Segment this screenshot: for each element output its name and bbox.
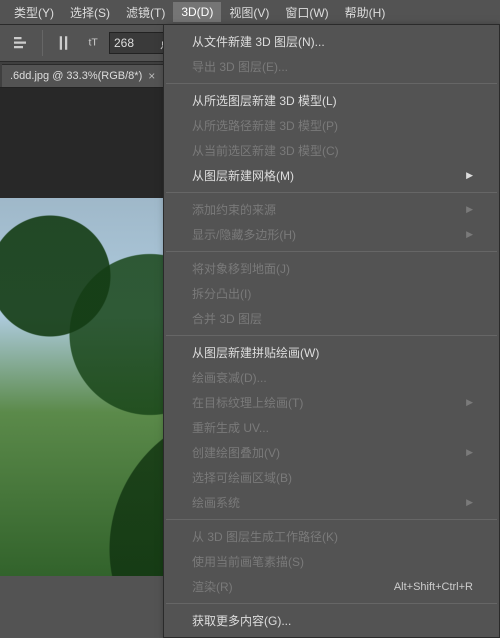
menu-separator bbox=[166, 603, 497, 604]
svg-text:tT: tT bbox=[89, 36, 99, 48]
menu-item: 绘画衰减(D)... bbox=[164, 365, 499, 390]
toolbar-divider bbox=[42, 30, 43, 56]
menu-item-label: 从所选路径新建 3D 模型(P) bbox=[192, 117, 338, 134]
3d-menu-dropdown: 从文件新建 3D 图层(N)... 导出 3D 图层(E)... 从所选图层新建 3… bbox=[163, 24, 500, 638]
menu-separator bbox=[166, 251, 497, 252]
menu-item: 将对象移到地面(J) bbox=[164, 256, 499, 281]
menu-item: 在目标纹理上绘画(T) ▶ bbox=[164, 390, 499, 415]
menu-item-label: 获取更多内容(G)... bbox=[192, 612, 291, 629]
menu-item: 添加约束的来源 ▶ bbox=[164, 197, 499, 222]
menu-item: 从所选路径新建 3D 模型(P) bbox=[164, 113, 499, 138]
chevron-right-icon: ▶ bbox=[466, 397, 473, 408]
menu-item-label: 渲染(R) bbox=[192, 578, 233, 595]
menu-item: 合并 3D 图层 bbox=[164, 306, 499, 331]
menu-类型(Y)[interactable]: 类型(Y) bbox=[6, 1, 62, 24]
menu-item: 从 3D 图层生成工作路径(K) bbox=[164, 524, 499, 549]
menu-item: 绘画系统 ▶ bbox=[164, 490, 499, 515]
menu-3D(D)[interactable]: 3D(D) bbox=[173, 2, 221, 22]
menu-item[interactable]: 获取更多内容(G)... bbox=[164, 608, 499, 633]
chevron-right-icon: ▶ bbox=[466, 204, 473, 215]
close-icon[interactable]: × bbox=[148, 69, 155, 83]
menu-item-label: 创建绘图叠加(V) bbox=[192, 444, 280, 461]
menu-item-label: 显示/隐藏多边形(H) bbox=[192, 226, 296, 243]
menu-item-label: 使用当前画笔素描(S) bbox=[192, 553, 304, 570]
menu-shortcut: Alt+Shift+Ctrl+R bbox=[394, 581, 473, 593]
menu-separator bbox=[166, 83, 497, 84]
font-size-icon: tT bbox=[87, 32, 105, 55]
orientation-toggle-icon[interactable] bbox=[51, 29, 79, 57]
menu-separator bbox=[166, 519, 497, 520]
menu-item-label: 重新生成 UV... bbox=[192, 419, 269, 436]
menu-item-label: 添加约束的来源 bbox=[192, 201, 276, 218]
menu-item-label: 从图层新建网格(M) bbox=[192, 167, 294, 184]
menu-item: 重新生成 UV... bbox=[164, 415, 499, 440]
chevron-right-icon: ▶ bbox=[466, 497, 473, 508]
menubar: 类型(Y)选择(S)滤镜(T)3D(D)视图(V)窗口(W)帮助(H) bbox=[0, 0, 500, 24]
menu-item-label: 选择可绘画区域(B) bbox=[192, 469, 292, 486]
menu-滤镜(T)[interactable]: 滤镜(T) bbox=[118, 1, 173, 24]
menu-item-label: 从当前选区新建 3D 模型(C) bbox=[192, 142, 339, 159]
menu-item-label: 合并 3D 图层 bbox=[192, 310, 262, 327]
document-tab-title: .6dd.jpg @ 33.3%(RGB/8*) bbox=[10, 70, 142, 82]
menu-item: 使用当前画笔素描(S) bbox=[164, 549, 499, 574]
menu-帮助(H)[interactable]: 帮助(H) bbox=[337, 1, 394, 24]
menu-item: 拆分凸出(I) bbox=[164, 281, 499, 306]
chevron-right-icon: ▶ bbox=[466, 229, 473, 240]
menu-item[interactable]: 从文件新建 3D 图层(N)... bbox=[164, 29, 499, 54]
menu-item-label: 从文件新建 3D 图层(N)... bbox=[192, 33, 325, 50]
chevron-right-icon: ▶ bbox=[466, 447, 473, 458]
menu-选择(S)[interactable]: 选择(S) bbox=[62, 1, 118, 24]
menu-item-label: 从图层新建拼贴绘画(W) bbox=[192, 344, 319, 361]
chevron-right-icon: ▶ bbox=[466, 170, 473, 181]
menu-item: 导出 3D 图层(E)... bbox=[164, 54, 499, 79]
document-tab[interactable]: .6dd.jpg @ 33.3%(RGB/8*) × bbox=[2, 64, 164, 87]
menu-item-label: 绘画衰减(D)... bbox=[192, 369, 267, 386]
menu-item-label: 从 3D 图层生成工作路径(K) bbox=[192, 528, 338, 545]
menu-item-label: 从所选图层新建 3D 模型(L) bbox=[192, 92, 337, 109]
menu-item-label: 绘画系统 bbox=[192, 494, 240, 511]
font-size-input[interactable] bbox=[110, 36, 160, 50]
menu-item: 显示/隐藏多边形(H) ▶ bbox=[164, 222, 499, 247]
tool-preset-picker[interactable] bbox=[6, 29, 34, 57]
menu-窗口(W)[interactable]: 窗口(W) bbox=[277, 1, 336, 24]
menu-item: 渲染(R) Alt+Shift+Ctrl+R bbox=[164, 574, 499, 599]
menu-item-label: 导出 3D 图层(E)... bbox=[192, 58, 288, 75]
menu-separator bbox=[166, 192, 497, 193]
menu-视图(V)[interactable]: 视图(V) bbox=[221, 1, 277, 24]
menu-item[interactable]: 从所选图层新建 3D 模型(L) bbox=[164, 88, 499, 113]
menu-item[interactable]: 从图层新建网格(M) ▶ bbox=[164, 163, 499, 188]
menu-item-label: 将对象移到地面(J) bbox=[192, 260, 290, 277]
menu-item: 创建绘图叠加(V) ▶ bbox=[164, 440, 499, 465]
menu-item-label: 在目标纹理上绘画(T) bbox=[192, 394, 303, 411]
menu-item: 从当前选区新建 3D 模型(C) bbox=[164, 138, 499, 163]
menu-item-label: 拆分凸出(I) bbox=[192, 285, 251, 302]
menu-item[interactable]: 从图层新建拼贴绘画(W) bbox=[164, 340, 499, 365]
menu-separator bbox=[166, 335, 497, 336]
menu-item: 选择可绘画区域(B) bbox=[164, 465, 499, 490]
